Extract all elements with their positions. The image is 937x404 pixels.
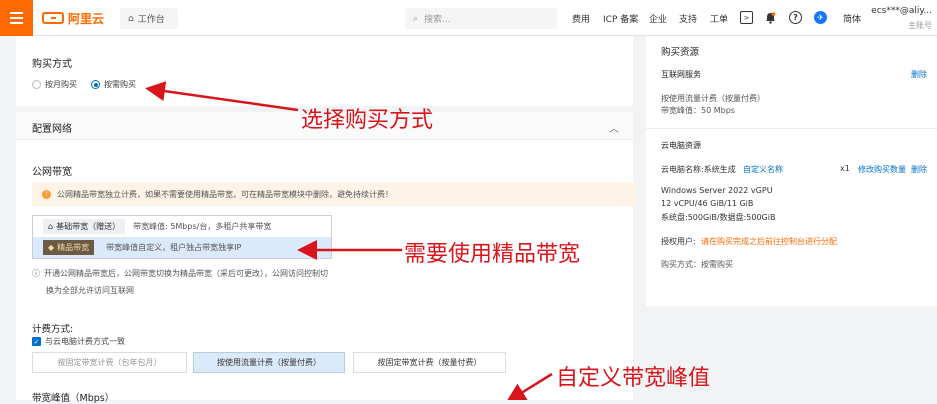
auth-label: 授权用户:	[661, 237, 696, 246]
instance-count: x1	[840, 164, 850, 173]
annotation-custom-peak: 自定义带宽峰值	[556, 366, 711, 391]
internet-service-title: 互联网服务	[661, 70, 701, 79]
modify-count-link[interactable]: 修改购买数量	[858, 164, 906, 175]
bw-option-premium[interactable]: ◆ 精品带宽 带宽峰值自定义，租户独占带宽独享IP	[33, 237, 331, 258]
user-account[interactable]: ecs***@aliy... 主账号	[870, 6, 932, 31]
radio-monthly-label: 按月购买	[45, 80, 77, 89]
spec-line3: 系统盘:500GiB/数据盘:500GiB	[661, 213, 776, 222]
bw-info-line1: ⓘ 开通公网精品带宽后，公网带宽切换为精品带宽（采后可更改），公网访问控制切	[32, 268, 328, 279]
warning-icon: !	[42, 189, 51, 199]
terminal-icon[interactable]: >	[740, 11, 753, 24]
checkbox-checked-icon: ✓	[32, 337, 41, 346]
resource-title: 购买资源	[661, 47, 700, 58]
bw-notice: ! 公网精品带宽独立计费，如果不需要使用精品带宽，可在精品带宽模块中删除，避免持…	[32, 182, 636, 206]
collapse-chevron-icon[interactable]: ︿	[609, 120, 619, 135]
bw-option-basic[interactable]: ⌂ 基础带宽（赠送） 带宽峰值: 5Mbps/台，多租户共享带宽	[33, 216, 331, 237]
internet-line1: 按使用流量计费（按量付费）	[661, 94, 765, 103]
nav-enterprise[interactable]: 企业	[649, 0, 667, 36]
billing-option-traffic[interactable]: 按使用流量计费（按量付费）	[193, 352, 345, 373]
internet-line2: 带宽峰值：50 Mbps	[661, 106, 735, 115]
menu-icon[interactable]	[0, 0, 33, 36]
purchase-card: 购买方式 按月购买 按需购买	[16, 36, 633, 106]
peak-bw-title: 带宽峰值（Mbps）	[32, 393, 115, 404]
delete-cloud-link[interactable]: 删除	[911, 164, 927, 175]
logo-text: 阿里云	[68, 11, 105, 26]
billing-option-fixed-ondemand[interactable]: 按固定带宽计费（按量付费）	[353, 352, 506, 373]
notice-text: 公网精品带宽独立计费，如果不需要使用精品带宽，可在精品带宽模块中删除，避免持续计…	[57, 189, 393, 199]
network-title: 配置网络	[32, 124, 72, 135]
nav-support[interactable]: 支持	[679, 0, 697, 36]
home-icon: ⌂	[128, 13, 134, 24]
billing-title: 计费方式:	[32, 324, 74, 335]
radio-monthly[interactable]: 按月购买	[32, 79, 77, 90]
basic-bw-desc: 带宽峰值: 5Mbps/台，多租户共享带宽	[133, 222, 272, 231]
user-role: 主账号	[908, 21, 932, 30]
nav-ticket[interactable]: 工单	[710, 0, 728, 36]
logo-mark-icon	[42, 12, 64, 24]
workbench-label: 工作台	[137, 15, 165, 25]
public-bw-title: 公网带宽	[32, 167, 72, 178]
help-icon[interactable]: ?	[789, 11, 802, 24]
premium-bw-desc: 带宽峰值自定义，租户独占带宽独享IP	[106, 243, 242, 252]
user-name: ecs***@aliy...	[871, 6, 932, 16]
bw-info-line2: 换为全部允许访问互联网	[46, 286, 134, 295]
cloud-resource-title: 云电脑资源	[661, 141, 701, 150]
resource-summary-panel: 购买资源 互联网服务 删除 按使用流量计费（按量付费） 带宽峰值：50 Mbps…	[646, 36, 937, 306]
radio-on-demand-label: 按需购买	[104, 80, 136, 89]
basic-bw-tag: ⌂ 基础带宽（赠送）	[43, 219, 126, 234]
config-panel: 购买方式 按月购买 按需购买 配置网络 ︿ 公网带宽 ! 公网精品带宽独立计费，…	[16, 36, 636, 404]
divider	[646, 128, 937, 129]
annotation-select-purchase: 选择购买方式	[301, 108, 434, 133]
premium-bw-label: 精品带宽	[57, 243, 90, 252]
billing-sync-label: 与云电脑计费方式一致	[45, 337, 125, 346]
info-text-1: 开通公网精品带宽后，公网带宽切换为精品带宽（采后可更改），公网访问控制切	[44, 269, 328, 278]
bw-option-list: ⌂ 基础带宽（赠送） 带宽峰值: 5Mbps/台，多租户共享带宽 ◆ 精品带宽 带宽…	[32, 215, 332, 259]
delete-internet-link[interactable]: 删除	[911, 69, 927, 80]
premium-bw-tag: ◆ 精品带宽	[43, 240, 95, 255]
pay-method: 购买方式：按需购买	[661, 260, 733, 269]
nav-billing[interactable]: 费用	[572, 0, 590, 36]
billing-option-fixed-monthly[interactable]: 按固定带宽计费（包年包月）	[32, 352, 187, 373]
search-input[interactable]: ⌕ 搜索...	[405, 8, 557, 29]
radio-circle-selected	[91, 80, 100, 89]
billing-sync-checkbox[interactable]: ✓ 与云电脑计费方式一致	[32, 336, 125, 347]
lang-switch[interactable]: 简体	[843, 0, 861, 36]
aliyun-logo[interactable]: 阿里云	[42, 9, 104, 27]
basic-bw-label: 基础带宽（赠送）	[56, 222, 121, 231]
diamond-icon: ◆	[48, 243, 55, 252]
info-icon: ⓘ	[32, 269, 40, 278]
auth-value: 请在购买完成之后前往控制台进行分配	[701, 237, 837, 246]
search-icon: ⌕	[413, 13, 419, 24]
search-placeholder: 搜索...	[424, 15, 451, 25]
plane-icon[interactable]: ✈	[814, 11, 827, 24]
nav-icp[interactable]: ICP 备案	[603, 0, 638, 36]
bell-icon[interactable]	[764, 11, 777, 24]
radio-on-demand[interactable]: 按需购买	[91, 79, 136, 90]
workbench-button[interactable]: ⌂ 工作台	[120, 8, 178, 29]
top-bar: 阿里云 ⌂ 工作台 ⌕ 搜索... 费用 ICP 备案 企业 支持 工单 > ?…	[0, 0, 937, 36]
spec-line1: Windows Server 2022 vGPU	[661, 186, 773, 195]
gift-icon: ⌂	[48, 222, 54, 231]
custom-name-link[interactable]: 自定义名称	[743, 164, 783, 175]
radio-circle	[32, 80, 41, 89]
spec-line2: 12 vCPU/46 GiB/11 GiB	[661, 199, 754, 208]
annotation-premium-bw: 需要使用精品带宽	[404, 242, 581, 267]
cloud-name-label: 云电脑名称:系统生成	[661, 165, 736, 174]
purchase-title: 购买方式	[32, 59, 72, 70]
